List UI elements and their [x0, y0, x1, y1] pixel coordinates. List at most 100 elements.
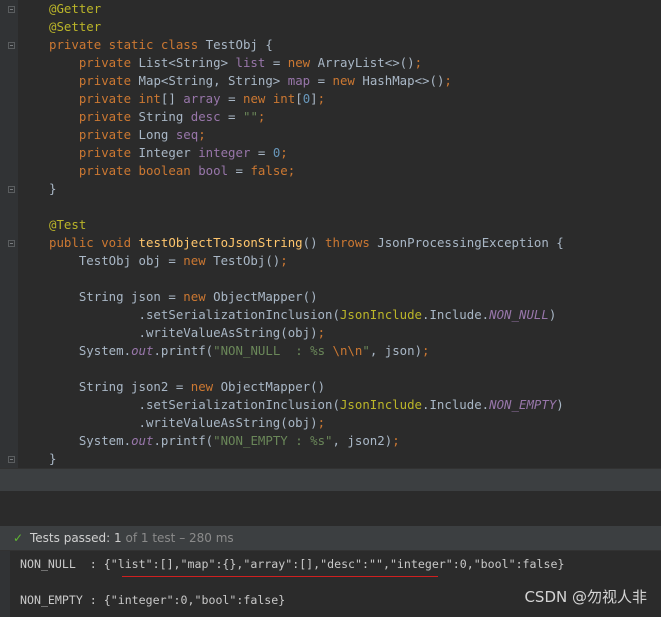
code-token: throws	[325, 235, 378, 250]
fold-marker-icon[interactable]	[8, 456, 15, 463]
code-token: new	[332, 73, 363, 88]
code-token: .Include.	[422, 397, 490, 412]
test-details: of 1 test – 280 ms	[125, 531, 234, 545]
code-line: }	[49, 180, 564, 198]
code-line: private boolean bool = false;	[49, 162, 564, 180]
code-line: TestObj obj = new TestObj();	[49, 252, 564, 270]
code-editor[interactable]: @Getter @Setter private static class TestO…	[0, 0, 661, 468]
code-line: String json = new ObjectMapper()	[49, 288, 564, 306]
test-status-bar: ✓ Tests passed: 1 of 1 test – 280 ms	[0, 526, 661, 550]
code-token: map	[287, 73, 311, 88]
code-token: out	[131, 433, 154, 448]
code-token: public void	[49, 235, 139, 250]
code-line: .writeValueAsString(obj);	[49, 414, 564, 432]
code-token: System.	[49, 433, 132, 448]
code-token: =	[250, 145, 273, 160]
code-token: ;	[257, 109, 266, 124]
code-token: ()	[302, 235, 326, 250]
fold-marker-icon[interactable]	[8, 240, 15, 247]
code-token: false	[250, 163, 288, 178]
code-token: )	[556, 397, 564, 412]
code-token: .writeValueAsString(obj)	[49, 325, 318, 340]
code-token: @Getter	[49, 1, 102, 16]
code-token: Integer	[138, 145, 199, 160]
code-line: private Long seq;	[49, 126, 564, 144]
code-token: "NON_NULL : %s	[213, 343, 333, 358]
code-line: .setSerializationInclusion(JsonInclude.I…	[49, 306, 564, 324]
output-line-non-empty: NON_EMPTY : {"integer":0,"bool":false}	[20, 593, 286, 607]
code-token: ;	[317, 415, 326, 430]
code-token: ObjectMapper()	[220, 379, 326, 394]
code-token: private static class	[49, 37, 206, 52]
code-token: JsonInclude	[339, 397, 422, 412]
code-token: NON_NULL	[489, 307, 549, 322]
code-token: TestObj()	[213, 253, 281, 268]
code-line: private List<String> list = new ArrayLis…	[49, 54, 564, 72]
fold-marker-icon[interactable]	[8, 6, 15, 13]
console-gutter	[0, 551, 10, 617]
code-token: HashMap<>()	[362, 73, 445, 88]
code-token: String	[138, 109, 191, 124]
panel-divider	[0, 468, 661, 491]
code-token: private	[49, 145, 139, 160]
code-token: TestObj {	[205, 37, 273, 52]
code-token: =	[220, 109, 243, 124]
code-token: String json =	[49, 289, 184, 304]
code-line: private Integer integer = 0;	[49, 144, 564, 162]
code-token: JsonInclude	[339, 307, 422, 322]
code-token: testObjectToJsonString	[138, 235, 303, 250]
code-line: String json2 = new ObjectMapper()	[49, 378, 564, 396]
code-line: .writeValueAsString(obj);	[49, 324, 564, 342]
code-token: , json)	[369, 343, 423, 358]
editor-gutter	[0, 0, 18, 468]
code-token: .setSerializationInclusion(	[49, 397, 340, 412]
code-token: ;	[317, 91, 326, 106]
code-line: private String desc = "";	[49, 108, 564, 126]
fold-marker-icon[interactable]	[8, 42, 15, 49]
code-token: private	[49, 109, 139, 124]
fold-marker-icon[interactable]	[8, 186, 15, 193]
code-token: JsonProcessingException {	[377, 235, 564, 250]
code-token: )	[548, 307, 557, 322]
code-token: private	[49, 55, 139, 70]
code-token: private int	[49, 91, 161, 106]
code-token: desc	[190, 109, 221, 124]
code-line: private Map<String, String> map = new Ha…	[49, 72, 564, 90]
code-token: }	[49, 181, 57, 196]
code-line: @Test	[49, 216, 564, 234]
code-token: ""	[242, 109, 258, 124]
code-token: =	[220, 91, 243, 106]
code-token: List<String>	[138, 55, 236, 70]
red-underline-annotation	[122, 576, 438, 577]
code-token: =	[265, 55, 288, 70]
tests-passed-label: Tests passed:	[30, 531, 111, 545]
code-token: ;	[287, 163, 296, 178]
code-token: =	[310, 73, 333, 88]
code-token: private boolean	[49, 163, 199, 178]
test-status-text: Tests passed: 1 of 1 test – 280 ms	[30, 526, 234, 550]
code-token: new	[183, 289, 214, 304]
code-token: .setSerializationInclusion(	[49, 307, 340, 322]
output-line-non-null: NON_NULL : {"list":[],"map":{},"array":[…	[20, 557, 565, 571]
code-token: array	[183, 91, 221, 106]
code-line: .setSerializationInclusion(JsonInclude.I…	[49, 396, 564, 414]
code-line: @Setter	[49, 18, 564, 36]
code-token: new	[183, 253, 214, 268]
code-token: ;	[198, 127, 206, 142]
code-token: String json2 =	[49, 379, 191, 394]
code-token: Map<String, String>	[138, 73, 288, 88]
code-token: TestObj obj =	[49, 253, 184, 268]
watermark: CSDN @勿视人非	[524, 588, 647, 606]
code-token: ;	[422, 343, 430, 358]
code-token: "	[362, 343, 370, 358]
code-line: @Getter	[49, 0, 564, 18]
code-token: ArrayList<>()	[317, 55, 415, 70]
code-token: }	[49, 451, 57, 466]
code-lines: @Getter @Setter private static class TestO…	[49, 0, 564, 468]
code-line: System.out.printf("NON_NULL : %s \n\n", …	[49, 342, 564, 360]
code-token: .printf(	[153, 343, 214, 358]
code-token: .printf(	[153, 433, 214, 448]
code-token: "NON_EMPTY : %s"	[213, 433, 333, 448]
code-token: [	[295, 91, 303, 106]
